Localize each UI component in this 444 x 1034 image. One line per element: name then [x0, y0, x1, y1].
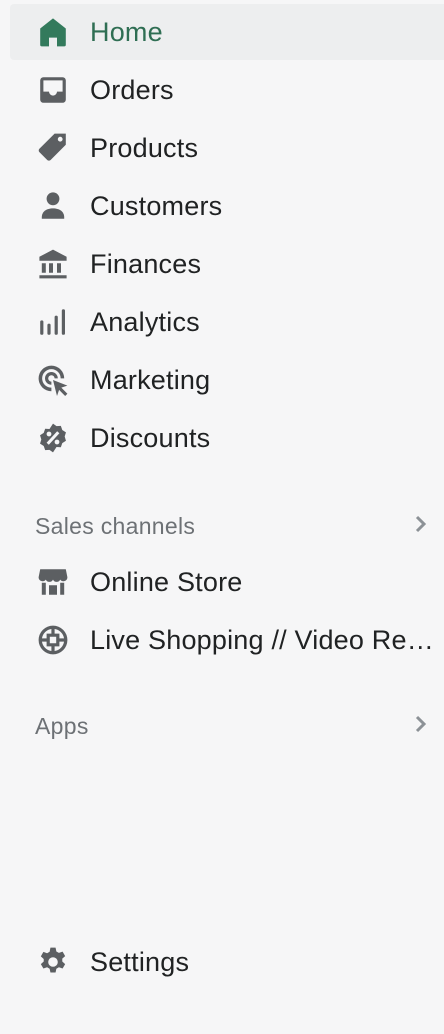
sales-channels-list: Online Store Live Shopping // Video Reel… [10, 554, 444, 670]
nav-item-home[interactable]: Home [10, 4, 444, 60]
nav-item-label: Online Store [90, 566, 243, 597]
inbox-icon [35, 72, 71, 108]
bar-chart-icon [35, 304, 71, 340]
nav-item-label: Marketing [90, 364, 211, 395]
store-icon [35, 564, 71, 600]
nav-item-label: Discounts [90, 422, 211, 453]
sales-channels-header[interactable]: Sales channels [35, 506, 430, 546]
main-navigation: Home Orders Products Customers Finances … [10, 4, 444, 468]
section-title: Apps [35, 712, 89, 739]
nav-item-analytics[interactable]: Analytics [10, 294, 444, 350]
nav-item-label: Analytics [90, 306, 200, 337]
nav-item-orders[interactable]: Orders [10, 62, 444, 118]
person-icon [35, 188, 71, 224]
nav-item-settings[interactable]: Settings [10, 934, 444, 990]
nav-item-label: Products [90, 132, 199, 163]
nav-item-label: Live Shopping // Video Reels [90, 624, 435, 655]
apps-header[interactable]: Apps [35, 706, 430, 746]
settings-section: Settings [10, 934, 444, 992]
nav-item-label: Orders [90, 74, 174, 105]
discount-badge-icon [35, 420, 71, 456]
bank-icon [35, 246, 71, 282]
nav-item-label: Customers [90, 190, 223, 221]
gear-icon [35, 944, 71, 980]
nav-item-finances[interactable]: Finances [10, 236, 444, 292]
home-icon [35, 14, 71, 50]
tag-icon [35, 130, 71, 166]
nav-item-products[interactable]: Products [10, 120, 444, 176]
live-shopping-icon [35, 622, 71, 658]
target-cursor-icon [35, 362, 71, 398]
nav-item-marketing[interactable]: Marketing [10, 352, 444, 408]
nav-item-label: Finances [90, 248, 202, 279]
nav-item-discounts[interactable]: Discounts [10, 410, 444, 466]
chevron-right-icon [410, 514, 430, 539]
nav-item-live-shopping[interactable]: Live Shopping // Video Reels [10, 612, 444, 668]
nav-item-label: Home [90, 16, 163, 47]
nav-item-label: Settings [90, 946, 190, 977]
chevron-right-icon [410, 714, 430, 739]
section-title: Sales channels [35, 512, 196, 539]
nav-item-online-store[interactable]: Online Store [10, 554, 444, 610]
nav-item-customers[interactable]: Customers [10, 178, 444, 234]
